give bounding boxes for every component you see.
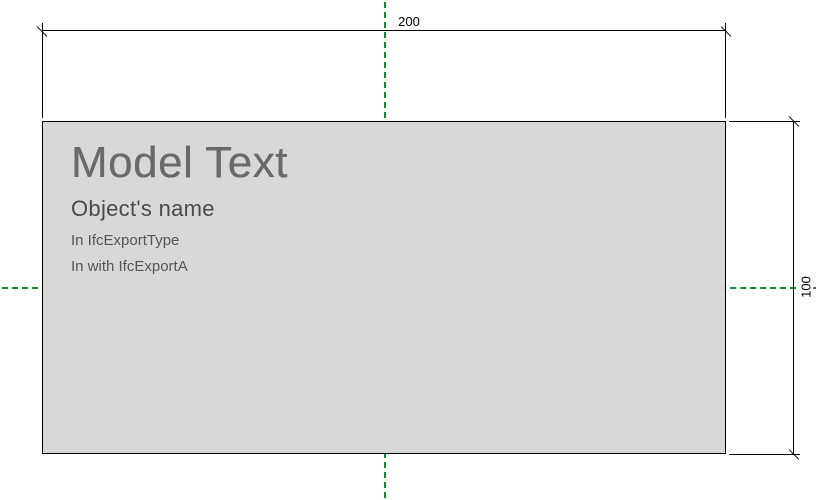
- model-export-a: In with IfcExportA: [71, 258, 188, 275]
- dimension-tick-icon: [719, 24, 733, 38]
- drawing-canvas: Model Text Object's name In IfcExportTyp…: [0, 0, 818, 500]
- dimension-tick-icon: [787, 114, 801, 128]
- dimension-tick-icon: [787, 447, 801, 461]
- model-object-name: Object's name: [71, 196, 215, 222]
- dimension-right-line: [793, 121, 794, 454]
- dimension-top-line: [42, 30, 726, 31]
- model-title-text: Model Text: [71, 138, 288, 188]
- dimension-tick-icon: [35, 24, 49, 38]
- model-export-type: In IfcExportType: [71, 232, 179, 249]
- dimension-height-label: 100: [798, 270, 813, 304]
- dimension-width-label: 200: [390, 14, 428, 29]
- model-rectangle: Model Text Object's name In IfcExportTyp…: [42, 121, 726, 454]
